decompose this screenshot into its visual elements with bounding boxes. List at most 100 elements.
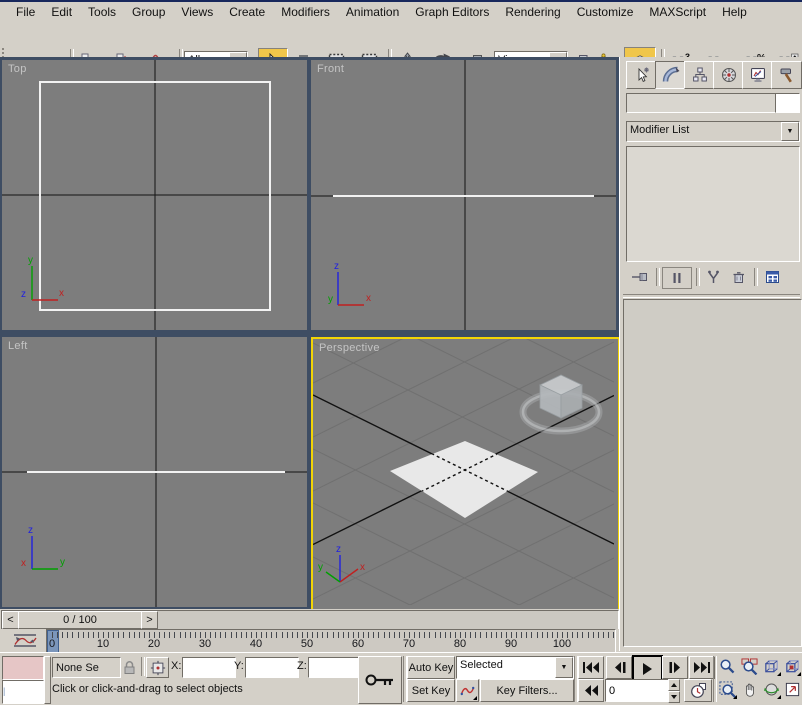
time-configuration-button[interactable] bbox=[684, 679, 712, 702]
track-bar-tick bbox=[603, 632, 604, 638]
region-zoom-icon bbox=[719, 681, 736, 698]
menu-item-create[interactable]: Create bbox=[221, 3, 273, 21]
time-slider-row: < 0 / 100 > bbox=[0, 609, 619, 629]
modifier-stack-list[interactable] bbox=[626, 146, 800, 262]
track-bar-tick bbox=[440, 632, 441, 638]
absolute-offset-toggle-button[interactable] bbox=[146, 657, 169, 678]
selection-set-box[interactable]: None Se bbox=[52, 657, 121, 678]
axis-tripod: y x z bbox=[21, 255, 64, 300]
key-mode-toggle-button[interactable] bbox=[578, 679, 604, 702]
x-field[interactable] bbox=[182, 657, 236, 678]
viewport-perspective[interactable]: z x y Perspective bbox=[311, 337, 620, 611]
menu-item-views[interactable]: Views bbox=[173, 3, 221, 21]
chevron-down-icon[interactable]: ▼ bbox=[781, 122, 799, 141]
zoom-button[interactable] bbox=[717, 656, 738, 677]
show-end-result-icon bbox=[670, 271, 684, 285]
viewport-front[interactable]: z x y Front bbox=[311, 60, 616, 330]
spinner-up-icon[interactable] bbox=[671, 683, 677, 687]
menu-item-group[interactable]: Group bbox=[124, 3, 173, 21]
pan-button[interactable] bbox=[739, 679, 760, 700]
tab-motion[interactable] bbox=[713, 61, 744, 89]
default-tangent-button[interactable] bbox=[456, 679, 479, 702]
region-zoom-button[interactable] bbox=[717, 679, 738, 700]
viewport-label-perspective[interactable]: Perspective bbox=[319, 342, 380, 354]
next-frame-button[interactable] bbox=[662, 656, 688, 679]
menu-item-maxscript[interactable]: MAXScript bbox=[641, 3, 714, 21]
menu-item-edit[interactable]: Edit bbox=[43, 3, 80, 21]
arc-rotate-button[interactable] bbox=[761, 679, 782, 700]
viewport-top[interactable]: y x z Top bbox=[2, 60, 307, 330]
svg-text:x: x bbox=[59, 288, 64, 299]
main-toolbar: All ▼ View ▼ bbox=[0, 22, 802, 58]
time-slider-handle[interactable]: 0 / 100 bbox=[18, 611, 142, 629]
rollout-area[interactable] bbox=[623, 299, 802, 647]
time-slider-next-button[interactable]: > bbox=[141, 611, 158, 629]
y-field[interactable] bbox=[245, 657, 299, 678]
make-unique-button[interactable] bbox=[702, 267, 724, 287]
object-color-swatch[interactable] bbox=[775, 93, 800, 113]
play-button[interactable] bbox=[632, 655, 663, 682]
maximize-viewport-button[interactable] bbox=[783, 679, 802, 700]
make-unique-icon bbox=[705, 269, 722, 285]
z-field[interactable] bbox=[308, 657, 362, 678]
menu-item-rendering[interactable]: Rendering bbox=[497, 3, 568, 21]
track-bar-tick bbox=[139, 632, 140, 638]
svg-text:z: z bbox=[21, 289, 26, 300]
configure-modifier-sets-button[interactable] bbox=[760, 267, 784, 287]
tab-display[interactable] bbox=[742, 61, 773, 89]
zoom-all-button[interactable] bbox=[739, 656, 760, 677]
pin-stack-button[interactable] bbox=[628, 267, 652, 287]
track-bar-tick bbox=[118, 632, 119, 638]
time-slider-prev-button[interactable]: < bbox=[2, 611, 19, 629]
selection-lock-button[interactable] bbox=[120, 657, 139, 676]
viewport-label-top[interactable]: Top bbox=[8, 63, 27, 75]
go-to-start-button[interactable] bbox=[578, 656, 604, 679]
previous-frame-button[interactable] bbox=[606, 656, 632, 679]
menu-item-tools[interactable]: Tools bbox=[80, 3, 124, 21]
menu-item-modifiers[interactable]: Modifiers bbox=[273, 3, 338, 21]
track-bar-tick bbox=[496, 632, 497, 638]
menu-item-customize[interactable]: Customize bbox=[569, 3, 642, 21]
remove-modifier-button[interactable] bbox=[727, 267, 749, 287]
auto-key-button[interactable]: Auto Key bbox=[407, 656, 455, 679]
box-object[interactable] bbox=[540, 375, 582, 418]
macro-recorder-pane[interactable] bbox=[2, 656, 44, 680]
maxscript-listener-pane[interactable]: | bbox=[2, 680, 44, 704]
frame-spinner[interactable] bbox=[668, 679, 680, 700]
viewport-label-front[interactable]: Front bbox=[317, 63, 344, 75]
tab-utilities[interactable] bbox=[771, 61, 802, 89]
open-curve-editor-button[interactable] bbox=[6, 630, 44, 651]
track-bar-ruler[interactable]: 0102030405060708090100 bbox=[46, 629, 614, 652]
next-arrow-label: > bbox=[146, 614, 152, 626]
set-key-button[interactable]: Set Key bbox=[407, 679, 455, 702]
pan-icon bbox=[742, 682, 758, 698]
menu-item-help[interactable]: Help bbox=[714, 3, 755, 21]
selection-set-dropdown[interactable]: Selected ▼ bbox=[456, 656, 574, 679]
y-label: Y: bbox=[234, 660, 244, 672]
tab-create[interactable] bbox=[626, 61, 657, 89]
zoom-extents-all-button[interactable] bbox=[783, 656, 802, 677]
menu-item-file[interactable]: File bbox=[8, 3, 43, 21]
listener-splitter[interactable] bbox=[44, 656, 51, 704]
go-to-start-icon bbox=[583, 662, 599, 673]
go-to-end-button[interactable] bbox=[689, 656, 715, 679]
tab-hierarchy[interactable] bbox=[684, 61, 715, 89]
show-end-result-button[interactable] bbox=[662, 267, 692, 289]
menu-item-animation[interactable]: Animation bbox=[338, 3, 407, 21]
modifier-list-dropdown[interactable]: Modifier List ▼ bbox=[626, 121, 800, 142]
object-name-field[interactable] bbox=[626, 93, 777, 113]
spinner-down-icon[interactable] bbox=[671, 695, 677, 699]
current-frame-field[interactable] bbox=[605, 679, 675, 702]
menu-item-graph-editors[interactable]: Graph Editors bbox=[407, 3, 497, 21]
key-filters-button[interactable]: Key Filters... bbox=[480, 679, 574, 702]
track-bar-tick-label: 80 bbox=[448, 638, 472, 650]
tab-modify[interactable] bbox=[655, 61, 686, 89]
set-keys-button[interactable] bbox=[358, 656, 402, 704]
viewport-label-left[interactable]: Left bbox=[8, 340, 28, 352]
track-bar-tick bbox=[445, 632, 446, 638]
plane-object[interactable] bbox=[390, 441, 538, 518]
viewport-left[interactable]: z y x Left bbox=[2, 337, 307, 607]
zoom-extents-button[interactable] bbox=[761, 656, 782, 677]
chevron-down-icon[interactable]: ▼ bbox=[555, 657, 573, 678]
track-bar-tick-label: 60 bbox=[346, 638, 370, 650]
